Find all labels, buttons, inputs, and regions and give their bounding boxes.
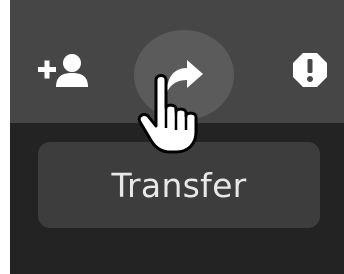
hand-pointer-icon: [130, 70, 216, 156]
add-user-button[interactable]: [32, 50, 96, 94]
report-button[interactable]: [286, 48, 334, 96]
add-user-icon: [36, 53, 92, 91]
alert-octagon-icon: [292, 52, 328, 92]
tooltip-label: Transfer: [111, 165, 247, 205]
